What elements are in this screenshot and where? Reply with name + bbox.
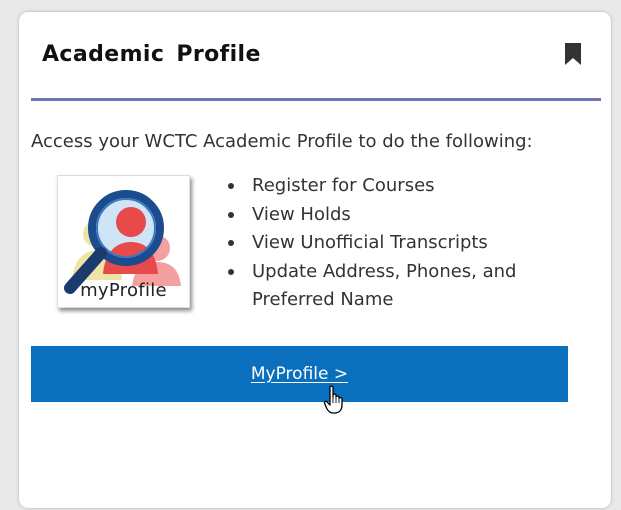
myprofile-link[interactable]: MyProfile > <box>251 364 348 384</box>
myprofile-logo: myProfile <box>57 175 190 308</box>
list-item: Register for Courses <box>228 172 552 201</box>
list-item: View Holds <box>228 201 552 230</box>
list-item: Update Address, Phones, and Preferred Na… <box>228 258 552 315</box>
bookmark-icon[interactable] <box>564 43 582 65</box>
list-item: View Unofficial Transcripts <box>228 229 552 258</box>
academic-profile-card: Academic Profile Access your WCTC Academ… <box>19 12 611 508</box>
task-list: Register for Courses View Holds View Uno… <box>228 172 552 315</box>
title-divider <box>31 98 601 101</box>
myprofile-button[interactable]: MyProfile > <box>31 346 568 402</box>
logo-text: myProfile <box>80 280 167 301</box>
card-title: Academic Profile <box>42 42 261 67</box>
intro-text: Access your WCTC Academic Profile to do … <box>31 131 533 152</box>
